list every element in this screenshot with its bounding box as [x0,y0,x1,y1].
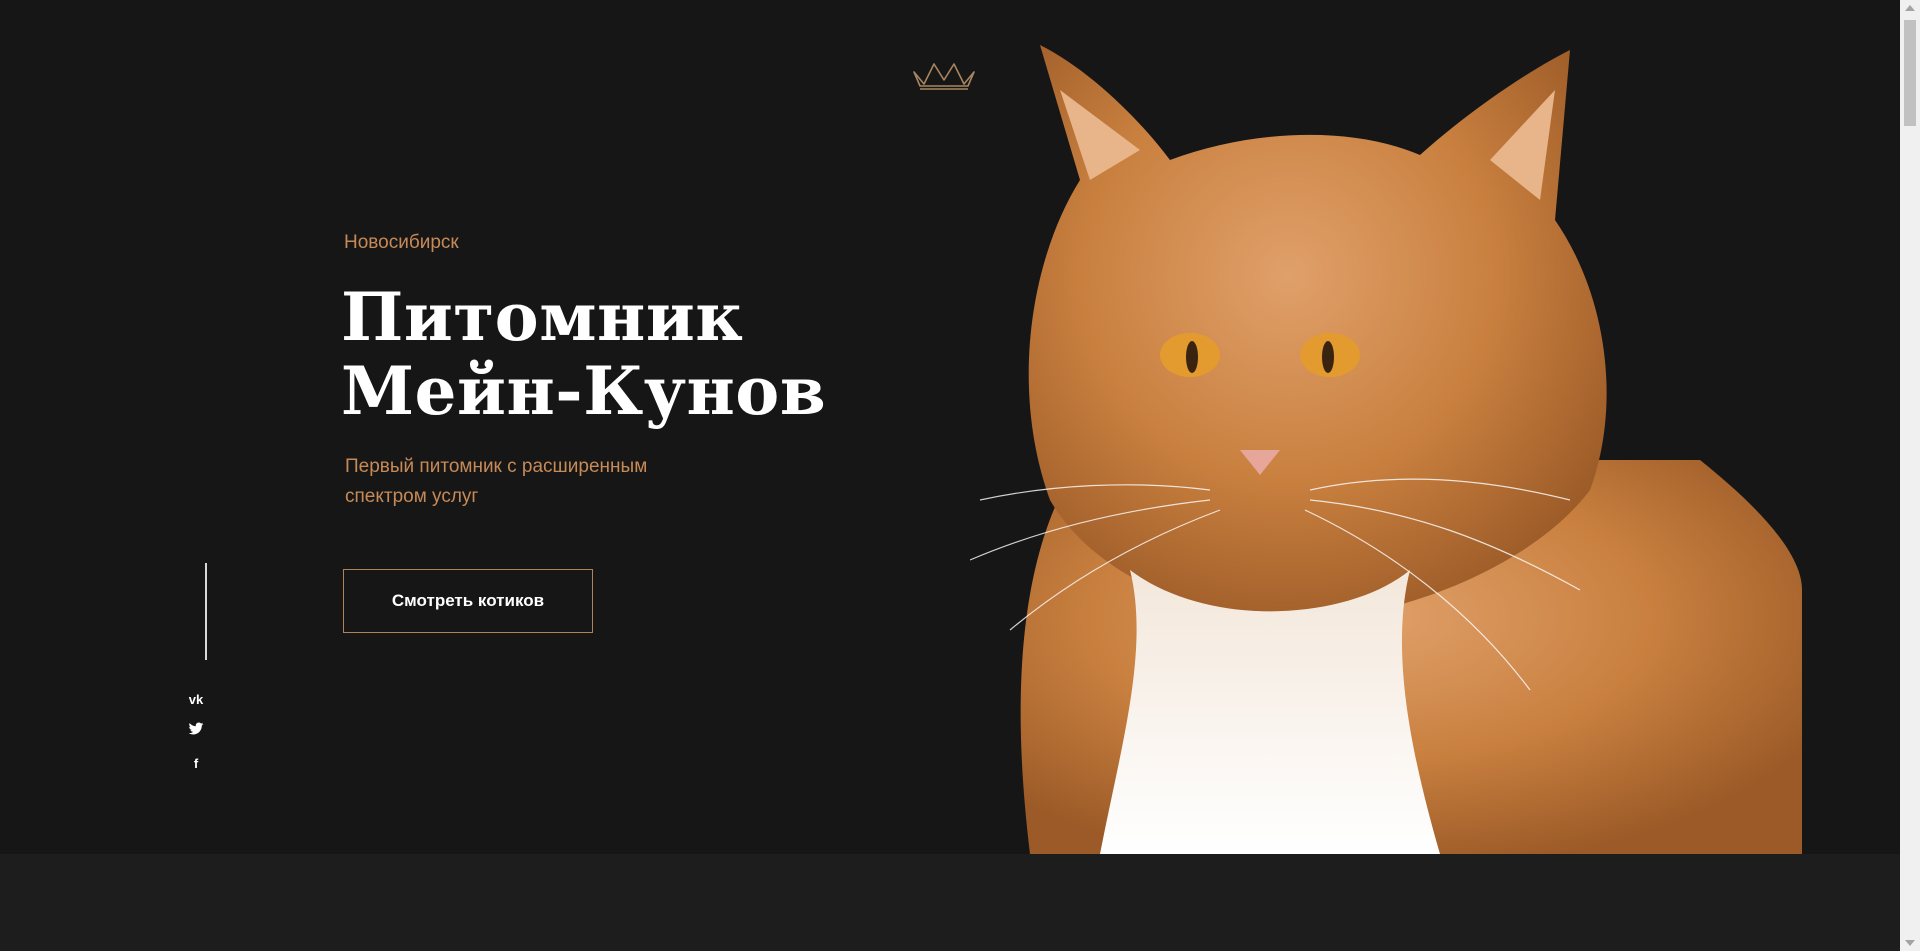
social-links: vk f [186,690,206,786]
page-title: Питомник Мейн-Кунов [341,280,826,428]
scroll-up-arrow-icon[interactable] [1905,5,1915,11]
city-label: Новосибирск [344,232,459,253]
view-kittens-button[interactable]: Смотреть котиков [343,569,593,633]
hero-section: Новосибирск Питомник Мейн-Кунов Первый п… [0,0,1900,854]
facebook-icon[interactable]: f [186,754,206,786]
vertical-divider [205,563,207,660]
hero-subtitle: Первый питомник с расширенным спектром у… [345,456,648,507]
title-line-1: Питомник [341,278,744,356]
twitter-icon[interactable] [186,722,206,754]
scrollbar-thumb[interactable] [1904,20,1916,126]
vk-icon[interactable]: vk [186,690,206,722]
scroll-down-arrow-icon[interactable] [1905,940,1915,946]
page-scrollbar[interactable] [1900,0,1920,951]
next-section [0,854,1900,951]
maine-coon-cat-image [970,45,1802,854]
crown-icon[interactable] [910,56,978,90]
title-line-2: Мейн-Кунов [341,352,827,430]
